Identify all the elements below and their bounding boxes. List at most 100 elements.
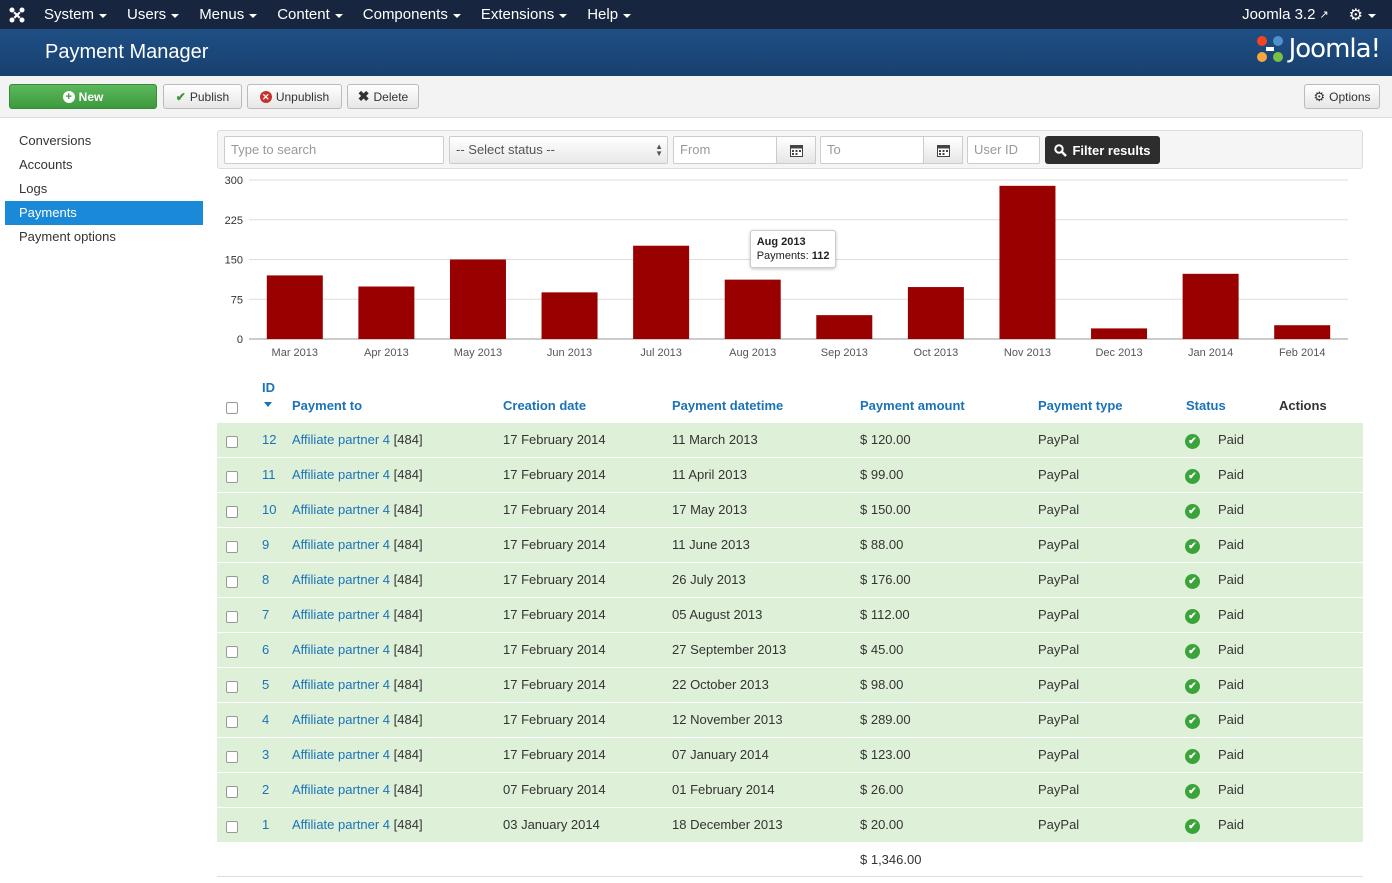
- row-checkbox[interactable]: [226, 681, 238, 693]
- row-checkbox[interactable]: [226, 751, 238, 763]
- affiliate-link[interactable]: Affiliate partner 4: [292, 467, 390, 482]
- joomla-menu-icon[interactable]: [0, 0, 34, 29]
- row-id-link[interactable]: 8: [262, 572, 269, 587]
- row-id-link[interactable]: 11: [262, 467, 276, 482]
- menu-menus[interactable]: Menus: [189, 0, 267, 29]
- affiliate-link[interactable]: Affiliate partner 4: [292, 607, 390, 622]
- affiliate-link[interactable]: Affiliate partner 4: [292, 677, 390, 692]
- affiliate-link[interactable]: Affiliate partner 4: [292, 712, 390, 727]
- affiliate-link[interactable]: Affiliate partner 4: [292, 572, 390, 587]
- chart-bar[interactable]: [633, 245, 690, 339]
- chart-bar[interactable]: [999, 185, 1056, 339]
- row-payment-to: Affiliate partner 4 [484]: [292, 432, 423, 447]
- row-checkbox[interactable]: [226, 646, 238, 658]
- row-checkbox[interactable]: [226, 506, 238, 518]
- affiliate-ref: [484]: [393, 432, 423, 447]
- to-calendar-button[interactable]: [923, 136, 963, 164]
- row-id-link[interactable]: 9: [262, 537, 269, 552]
- from-date-input[interactable]: From: [673, 136, 777, 164]
- search-input[interactable]: Type to search: [224, 136, 444, 164]
- column-header-creation-date[interactable]: Creation date: [503, 398, 586, 413]
- row-payment-to: Affiliate partner 4 [484]: [292, 747, 423, 762]
- column-header-payment-to[interactable]: Payment to: [292, 398, 362, 413]
- row-checkbox[interactable]: [226, 541, 238, 553]
- chart-bar[interactable]: [1091, 328, 1148, 339]
- affiliate-link[interactable]: Affiliate partner 4: [292, 747, 390, 762]
- options-button[interactable]: ⚙ Options: [1304, 84, 1380, 109]
- from-calendar-button[interactable]: [776, 136, 816, 164]
- sidebar-item-payment-options[interactable]: Payment options: [5, 225, 203, 249]
- menu-system[interactable]: System: [34, 0, 117, 29]
- row-checkbox[interactable]: [226, 576, 238, 588]
- site-version-link[interactable]: Joomla 3.2 ↗: [1228, 6, 1343, 23]
- joomla-logo-icon: [1256, 36, 1283, 62]
- select-all-checkbox[interactable]: [226, 402, 238, 414]
- column-header-payment-type[interactable]: Payment type: [1038, 398, 1123, 413]
- chart-bar[interactable]: [358, 286, 415, 339]
- status-select[interactable]: -- Select status -- ▲ ▼: [449, 136, 668, 164]
- menu-users[interactable]: Users: [117, 0, 189, 29]
- chart-bar[interactable]: [1274, 325, 1331, 339]
- row-checkbox[interactable]: [226, 716, 238, 728]
- chart-bar[interactable]: [907, 287, 964, 339]
- row-id-link[interactable]: 1: [262, 817, 269, 832]
- caret-down-icon: [1368, 13, 1376, 18]
- row-id-link[interactable]: 2: [262, 782, 269, 797]
- row-checkbox[interactable]: [226, 786, 238, 798]
- chart-bar[interactable]: [816, 315, 873, 339]
- affiliate-link[interactable]: Affiliate partner 4: [292, 817, 390, 832]
- filter-results-button[interactable]: Filter results: [1045, 136, 1160, 164]
- table-row: 12 Affiliate partner 4 [484] 17 February 2…: [217, 422, 1363, 457]
- menu-content[interactable]: Content: [267, 0, 353, 29]
- affiliate-link[interactable]: Affiliate partner 4: [292, 502, 390, 517]
- row-creation-date: 17 February 2014: [503, 607, 606, 622]
- unpublish-button[interactable]: ✕ Unpublish: [247, 84, 342, 109]
- affiliate-ref: [484]: [393, 502, 423, 517]
- delete-button[interactable]: ✖ Delete: [347, 84, 419, 109]
- row-payment-datetime: 01 February 2014: [672, 782, 775, 797]
- row-id-link[interactable]: 3: [262, 747, 269, 762]
- chart-bar[interactable]: [266, 275, 323, 339]
- row-creation-date: 17 February 2014: [503, 747, 606, 762]
- row-payment-datetime: 11 June 2013: [672, 537, 750, 552]
- row-checkbox[interactable]: [226, 821, 238, 833]
- chart-bar[interactable]: [541, 292, 598, 339]
- affiliate-link[interactable]: Affiliate partner 4: [292, 432, 390, 447]
- column-header-id[interactable]: ID: [262, 380, 275, 395]
- row-checkbox[interactable]: [226, 471, 238, 483]
- sidebar-item-logs[interactable]: Logs: [5, 177, 203, 201]
- column-header-status[interactable]: Status: [1186, 398, 1226, 413]
- menu-extensions[interactable]: Extensions: [471, 0, 577, 29]
- new-button[interactable]: + New: [9, 84, 157, 109]
- affiliate-ref: [484]: [393, 817, 423, 832]
- row-id-link[interactable]: 4: [262, 712, 269, 727]
- row-payment-type: PayPal: [1038, 572, 1080, 587]
- chart-bar[interactable]: [449, 259, 506, 340]
- row-id-link[interactable]: 10: [262, 502, 276, 517]
- affiliate-link[interactable]: Affiliate partner 4: [292, 537, 390, 552]
- menu-components[interactable]: Components: [353, 0, 471, 29]
- row-id-link[interactable]: 5: [262, 677, 269, 692]
- row-checkbox[interactable]: [226, 436, 238, 448]
- column-header-payment-amount[interactable]: Payment amount: [860, 398, 965, 413]
- menu-help[interactable]: Help: [577, 0, 641, 29]
- row-payment-type: PayPal: [1038, 537, 1080, 552]
- publish-button[interactable]: ✔ Publish: [163, 84, 242, 109]
- sidebar-item-conversions[interactable]: Conversions: [5, 129, 203, 153]
- row-id-link[interactable]: 7: [262, 607, 269, 622]
- row-checkbox[interactable]: [226, 611, 238, 623]
- user-settings-menu[interactable]: ⚙: [1343, 5, 1392, 25]
- user-id-input[interactable]: User ID: [967, 136, 1040, 164]
- sidebar-item-payments[interactable]: Payments: [5, 201, 203, 225]
- affiliate-link[interactable]: Affiliate partner 4: [292, 782, 390, 797]
- row-id-link[interactable]: 12: [262, 432, 276, 447]
- affiliate-link[interactable]: Affiliate partner 4: [292, 642, 390, 657]
- column-header-payment-datetime[interactable]: Payment datetime: [672, 398, 783, 413]
- sidebar-item-accounts[interactable]: Accounts: [5, 153, 203, 177]
- chart-bar[interactable]: [724, 279, 781, 339]
- row-id-link[interactable]: 6: [262, 642, 269, 657]
- paid-check-icon: ✔: [1185, 539, 1200, 554]
- chart-x-tick-label: Apr 2013: [364, 347, 409, 359]
- to-date-input[interactable]: To: [820, 136, 924, 164]
- chart-bar[interactable]: [1182, 273, 1239, 339]
